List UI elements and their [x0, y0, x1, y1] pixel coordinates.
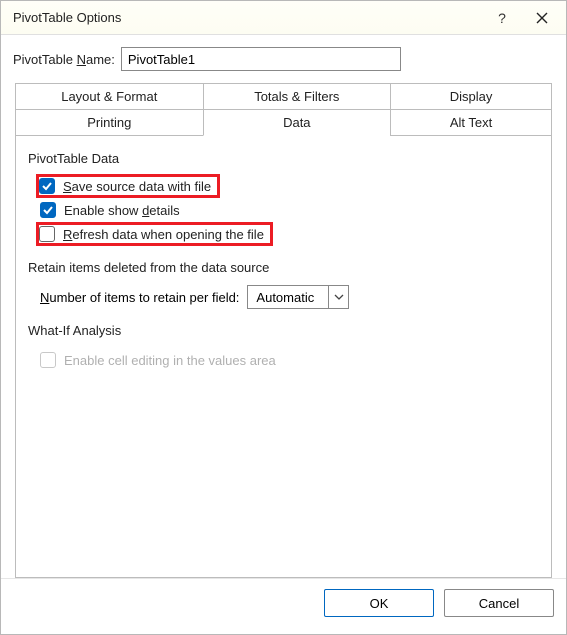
show-details-row: Enable show details: [28, 198, 539, 222]
cell-editing-label: Enable cell editing in the values area: [64, 353, 276, 368]
tab-area: Layout & Format Totals & Filters Display…: [1, 77, 566, 578]
retain-dropdown[interactable]: Automatic: [247, 285, 349, 309]
refresh-checkbox[interactable]: [39, 226, 55, 242]
cell-editing-checkbox: [40, 352, 56, 368]
refresh-row: Refresh data when opening the file: [28, 222, 539, 246]
save-source-row: Save source data with file: [28, 174, 539, 198]
refresh-label: Refresh data when opening the file: [63, 227, 264, 242]
dialog-title: PivotTable Options: [13, 10, 482, 25]
titlebar: PivotTable Options ?: [1, 1, 566, 35]
help-button[interactable]: ?: [482, 3, 522, 33]
tab-display[interactable]: Display: [390, 83, 552, 109]
save-source-label: Save source data with file: [63, 179, 211, 194]
show-details-checkbox[interactable]: [40, 202, 56, 218]
retain-row: Number of items to retain per field: Aut…: [28, 285, 539, 309]
close-icon: [536, 12, 548, 24]
section-retain: Retain items deleted from the data sourc…: [28, 260, 539, 275]
cancel-button[interactable]: Cancel: [444, 589, 554, 617]
name-label: PivotTable Name:: [13, 52, 115, 67]
section-pivottable-data: PivotTable Data: [28, 151, 539, 166]
tabs: Layout & Format Totals & Filters Display…: [15, 83, 552, 136]
retain-dropdown-value: Automatic: [248, 290, 328, 305]
show-details-label: Enable show details: [64, 203, 180, 218]
ok-button[interactable]: OK: [324, 589, 434, 617]
pivottable-name-input[interactable]: [121, 47, 401, 71]
highlight-refresh: Refresh data when opening the file: [36, 222, 273, 246]
tab-data[interactable]: Data: [203, 109, 392, 136]
retain-label: Number of items to retain per field:: [40, 290, 239, 305]
close-button[interactable]: [522, 3, 562, 33]
tab-layout-format[interactable]: Layout & Format: [15, 83, 204, 109]
chevron-down-icon: [328, 286, 348, 308]
tab-totals-filters[interactable]: Totals & Filters: [203, 83, 392, 109]
tab-printing[interactable]: Printing: [15, 109, 204, 136]
tab-panel-data: PivotTable Data Save source data with fi…: [15, 135, 552, 578]
save-source-checkbox[interactable]: [39, 178, 55, 194]
section-whatif: What-If Analysis: [28, 323, 539, 338]
pivottable-options-dialog: PivotTable Options ? PivotTable Name: La…: [0, 0, 567, 635]
tab-alt-text[interactable]: Alt Text: [390, 109, 552, 136]
cell-editing-row: Enable cell editing in the values area: [28, 348, 539, 372]
highlight-save-source: Save source data with file: [36, 174, 220, 198]
name-row: PivotTable Name:: [1, 35, 566, 77]
button-bar: OK Cancel: [1, 578, 566, 634]
